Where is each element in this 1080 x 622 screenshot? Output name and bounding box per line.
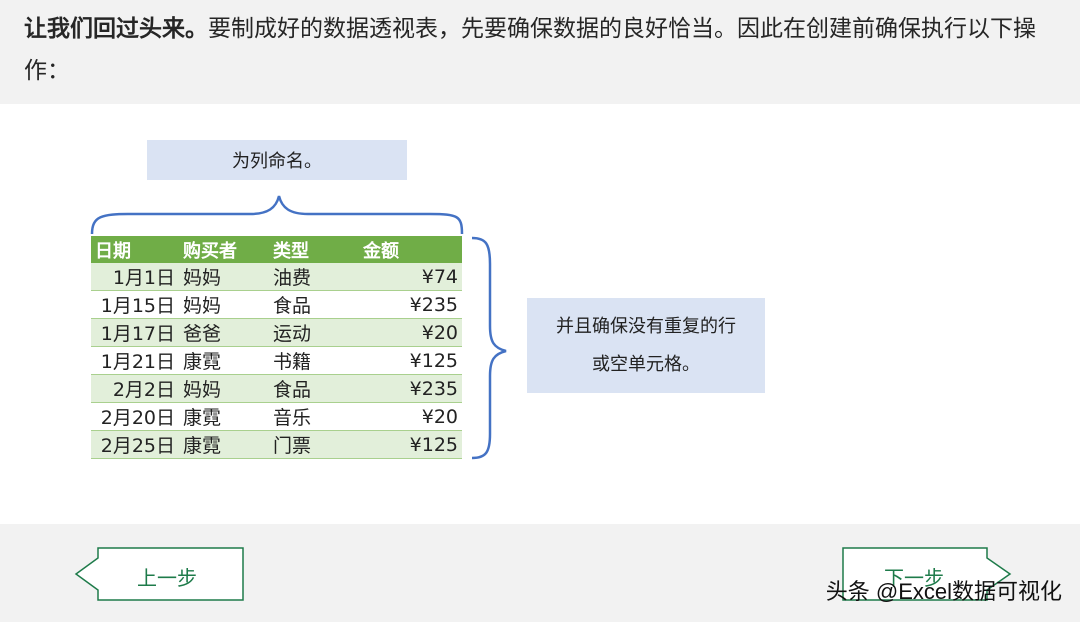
cell-buyer: 妈妈 [179,290,269,319]
cell-type: 食品 [269,290,357,319]
right-brace-icon [471,236,507,460]
cell-buyer: 爸爸 [179,318,269,347]
navigation-footer: 上一步 下一步 头条 @Excel数据可视化 [0,524,1080,622]
table-row: 1月1日 妈妈 油费 ¥74 [91,263,462,291]
cell-date: 1月1日 [91,263,179,291]
cell-buyer: 康霓 [179,346,269,375]
cell-date: 1月17日 [91,318,179,347]
table-row: 2月2日 妈妈 食品 ¥235 [91,374,462,403]
cell-amount: ¥74 [357,263,462,291]
cell-amount: ¥235 [357,290,462,319]
slide-content: 为列命名。 日期 购买者 类型 金额 1月1日 妈妈 油费 ¥74 1月15日 … [0,104,1080,524]
instruction-bold: 让我们回过头来。 [24,16,208,42]
cell-buyer: 康霓 [179,402,269,431]
top-brace-icon [90,195,464,235]
cell-buyer: 妈妈 [179,263,269,291]
previous-button[interactable]: 上一步 [137,562,197,591]
cell-amount: ¥235 [357,374,462,403]
cell-date: 1月15日 [91,290,179,319]
watermark-text: 头条 @Excel数据可视化 [825,579,1062,604]
table-row: 2月20日 康霓 音乐 ¥20 [91,402,462,431]
cell-type: 食品 [269,374,357,403]
instruction-text: 让我们回过头来。要制成好的数据透视表，先要确保数据的良好恰当。因此在创建前确保执… [24,8,1064,92]
header-buyer: 购买者 [179,236,269,263]
sample-data-table: 日期 购买者 类型 金额 1月1日 妈妈 油费 ¥74 1月15日 妈妈 食品 … [91,236,462,459]
cell-date: 2月2日 [91,374,179,403]
table-row: 2月25日 康霓 门票 ¥125 [91,430,462,459]
cell-type: 运动 [269,318,357,347]
table-row: 1月15日 妈妈 食品 ¥235 [91,290,462,319]
cell-date: 2月20日 [91,402,179,431]
header-type: 类型 [269,236,357,263]
cell-date: 2月25日 [91,430,179,459]
cell-amount: ¥20 [357,402,462,431]
cell-amount: ¥125 [357,346,462,375]
cell-date: 1月21日 [91,346,179,375]
cell-type: 油费 [269,263,357,291]
no-blank-callout: 并且确保没有重复的行 或空单元格。 [527,298,765,393]
table-header-row: 日期 购买者 类型 金额 [91,236,462,263]
cell-amount: ¥20 [357,318,462,347]
instruction-header: 让我们回过头来。要制成好的数据透视表，先要确保数据的良好恰当。因此在创建前确保执… [0,0,1080,104]
name-columns-text: 为列命名。 [232,151,322,172]
table-row: 1月21日 康霓 书籍 ¥125 [91,346,462,375]
cell-type: 门票 [269,430,357,459]
header-amount: 金额 [357,236,462,263]
header-date: 日期 [91,236,179,263]
no-blank-line1: 并且确保没有重复的行 [556,315,736,337]
cell-buyer: 康霓 [179,430,269,459]
name-columns-callout: 为列命名。 [147,140,407,180]
table-row: 1月17日 爸爸 运动 ¥20 [91,318,462,347]
cell-buyer: 妈妈 [179,374,269,403]
cell-type: 书籍 [269,346,357,375]
no-blank-line2: 或空单元格。 [592,353,700,375]
cell-type: 音乐 [269,402,357,431]
cell-amount: ¥125 [357,430,462,459]
